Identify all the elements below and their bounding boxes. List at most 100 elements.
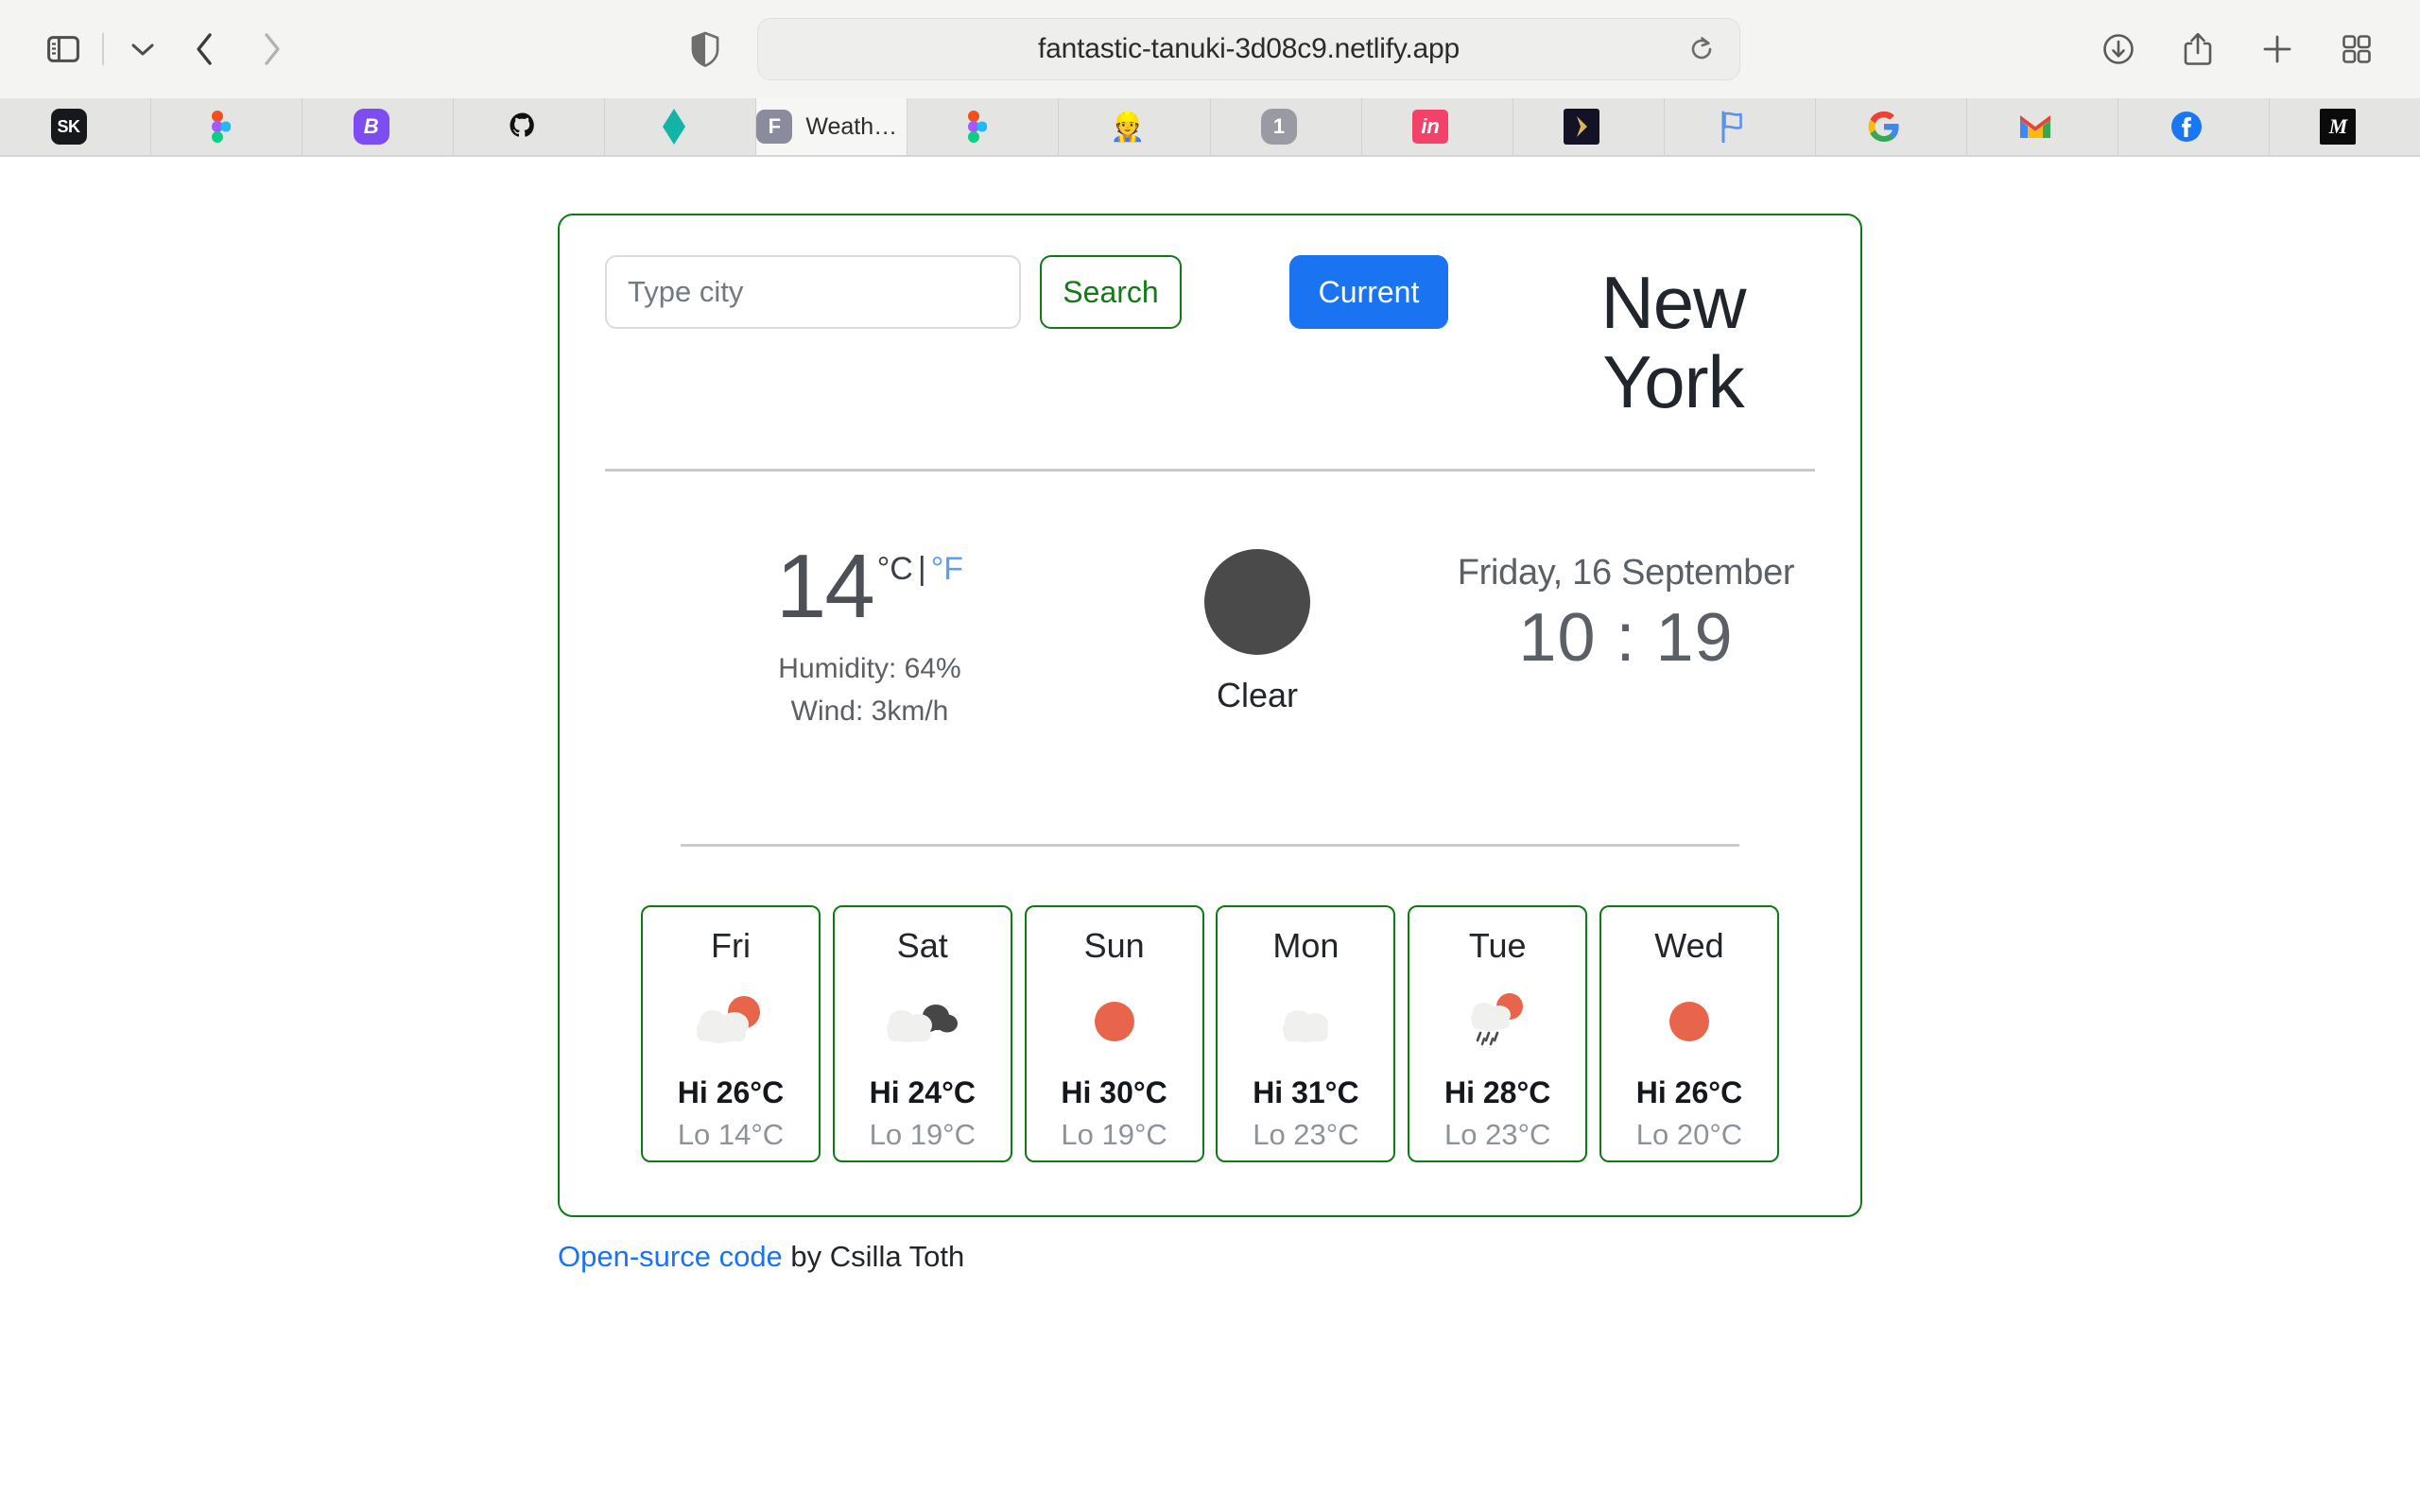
current-conditions: 14 °C | °F Humidity: 64% Wind: 3km/h Clear… bbox=[605, 472, 1815, 812]
gmail-icon bbox=[2017, 109, 2053, 145]
url-text: fantastic-tanuki-3d08c9.netlify.app bbox=[1037, 33, 1461, 64]
temperature-value: 14 bbox=[775, 536, 875, 637]
wind-text: Wind: 3km/h bbox=[790, 695, 949, 727]
forecast-day: Mon bbox=[1272, 926, 1340, 965]
browser-tab[interactable] bbox=[1966, 98, 2118, 155]
browser-tab[interactable] bbox=[151, 98, 303, 155]
forecast-high: Hi 30°C bbox=[1061, 1075, 1167, 1109]
tab-title: Weather… bbox=[805, 112, 907, 140]
search-input[interactable] bbox=[605, 255, 1021, 329]
search-row: Search Current New York bbox=[605, 255, 1815, 444]
browser-tab[interactable] bbox=[454, 98, 606, 155]
sun-behind-cloud-icon bbox=[689, 981, 772, 1062]
google-icon bbox=[1866, 109, 1902, 145]
forecast-low: Lo 23°C bbox=[1444, 1118, 1551, 1151]
forecast-day: Tue bbox=[1468, 926, 1527, 965]
sk-icon: SK bbox=[50, 109, 87, 145]
figma-icon bbox=[959, 109, 994, 145]
forecast-high: Hi 31°C bbox=[1253, 1075, 1359, 1109]
forecast-card[interactable]: Fri Hi 26°C Lo 14°C bbox=[641, 905, 821, 1162]
browser-tab[interactable]: 1 bbox=[1210, 98, 1362, 155]
browser-tab[interactable] bbox=[908, 98, 1060, 155]
downloads-icon[interactable] bbox=[2091, 22, 2146, 77]
page-content: Search Current New York 14 °C|°F Humidit… bbox=[0, 157, 2420, 1512]
forecast-low: Lo 14°C bbox=[677, 1118, 785, 1151]
browser-chrome: fantastic-tanuki-3d08c9.netlify.app SK B… bbox=[0, 0, 2420, 157]
search-button[interactable]: Search bbox=[1040, 255, 1182, 329]
clear-weather-icon bbox=[1204, 549, 1310, 655]
celsius-unit[interactable]: °C bbox=[877, 551, 913, 587]
unit-toggle: °C | °F bbox=[877, 545, 963, 588]
forecast-card[interactable]: Mon Hi 31°C Lo 23°C bbox=[1216, 905, 1396, 1162]
sun-icon bbox=[1073, 981, 1156, 1062]
forecast-day: Sat bbox=[896, 926, 948, 965]
browser-tab[interactable]: B bbox=[302, 98, 455, 155]
forecast-low: Lo 23°C bbox=[1253, 1118, 1359, 1151]
chevron-down-icon[interactable] bbox=[115, 22, 170, 77]
url-bar[interactable]: fantastic-tanuki-3d08c9.netlify.app bbox=[757, 18, 1740, 80]
forecast-day: Sun bbox=[1083, 926, 1145, 965]
forecast-row: Fri Hi 26°C Lo 14°C Sat Hi 24°C Lo 19°C … bbox=[605, 847, 1815, 1179]
fahrenheit-unit[interactable]: °F bbox=[931, 551, 963, 587]
github-icon bbox=[505, 109, 541, 145]
browser-tab[interactable]: SK bbox=[0, 98, 152, 155]
browser-tab[interactable]: 👷 bbox=[1059, 98, 1211, 155]
open-source-link[interactable]: Open-surce code bbox=[558, 1240, 783, 1273]
share-icon[interactable] bbox=[2170, 22, 2225, 77]
forecast-card[interactable]: Sun Hi 30°C Lo 19°C bbox=[1024, 905, 1204, 1162]
humidity-text: Humidity: 64% bbox=[778, 653, 961, 685]
sidebar-icon[interactable] bbox=[36, 22, 91, 77]
construction-worker-icon: 👷 bbox=[1110, 111, 1146, 143]
toolbar-right-group bbox=[2091, 22, 2384, 77]
browser-tab[interactable]: M bbox=[2269, 98, 2420, 155]
plus-icon[interactable] bbox=[2250, 22, 2305, 77]
browser-tab[interactable] bbox=[1815, 98, 1967, 155]
browser-tab[interactable] bbox=[605, 98, 757, 155]
condition-label: Clear bbox=[1216, 676, 1299, 714]
datetime-block: Friday, 16 September 10 : 19 bbox=[1437, 545, 1815, 677]
temperature-block: 14 °C | °F Humidity: 64% Wind: 3km/h bbox=[605, 536, 1078, 732]
play-icon bbox=[1564, 109, 1600, 145]
forecast-high: Hi 26°C bbox=[677, 1075, 785, 1109]
forecast-card[interactable]: Wed Hi 26°C Lo 20°C bbox=[1599, 905, 1779, 1162]
dark-clouds-icon bbox=[881, 981, 964, 1062]
forecast-card[interactable]: Sat Hi 24°C Lo 19°C bbox=[832, 905, 1012, 1162]
forecast-high: Hi 26°C bbox=[1635, 1075, 1743, 1109]
footer-author: by Csilla Toth bbox=[782, 1240, 965, 1273]
f-icon: F bbox=[756, 110, 793, 144]
facebook-icon bbox=[2169, 109, 2204, 145]
diamond-icon bbox=[656, 109, 692, 145]
privacy-shield-icon[interactable] bbox=[680, 24, 731, 75]
weather-app-card: Search Current New York 14 °C|°F Humidit… bbox=[558, 214, 1862, 1217]
footer: Open-surce code by Csilla Toth bbox=[558, 1240, 1862, 1274]
address-bar-group: fantastic-tanuki-3d08c9.netlify.app bbox=[680, 18, 1740, 80]
one-icon: 1 bbox=[1261, 109, 1298, 145]
forecast-day: Fri bbox=[711, 926, 751, 965]
forecast-day: Wed bbox=[1654, 926, 1724, 965]
medium-icon: M bbox=[2320, 109, 2357, 145]
current-date: Friday, 16 September bbox=[1457, 553, 1795, 593]
current-location-button[interactable]: Current bbox=[1289, 255, 1448, 329]
sun-rain-cloud-icon bbox=[1456, 981, 1539, 1062]
forecast-high: Hi 24°C bbox=[869, 1075, 976, 1109]
browser-tab[interactable] bbox=[1512, 98, 1665, 155]
toolbar-divider bbox=[102, 33, 104, 65]
forecast-low: Lo 20°C bbox=[1635, 1118, 1743, 1151]
sun-icon bbox=[1648, 981, 1731, 1062]
unit-separator: | bbox=[917, 551, 926, 587]
forecast-low: Lo 19°C bbox=[869, 1118, 976, 1151]
cloud-icon bbox=[1264, 981, 1347, 1062]
back-arrow-icon[interactable] bbox=[170, 22, 238, 77]
forward-arrow-icon bbox=[238, 22, 306, 77]
tab-overview-icon[interactable] bbox=[2329, 22, 2384, 77]
current-time: 10 : 19 bbox=[1518, 600, 1734, 676]
reload-icon[interactable] bbox=[1681, 28, 1722, 70]
browser-tab[interactable]: in bbox=[1361, 98, 1513, 155]
forecast-card[interactable]: Tue Hi 28°C Lo 23°C bbox=[1408, 905, 1588, 1162]
city-name: New York bbox=[1600, 261, 1746, 424]
browser-tab-active[interactable]: F Weather… bbox=[756, 98, 908, 155]
browser-tab[interactable] bbox=[1664, 98, 1816, 155]
toolbar-left-group bbox=[36, 22, 306, 77]
browser-tab[interactable] bbox=[2118, 98, 2270, 155]
temperature-line: 14 °C | °F bbox=[662, 536, 1078, 637]
